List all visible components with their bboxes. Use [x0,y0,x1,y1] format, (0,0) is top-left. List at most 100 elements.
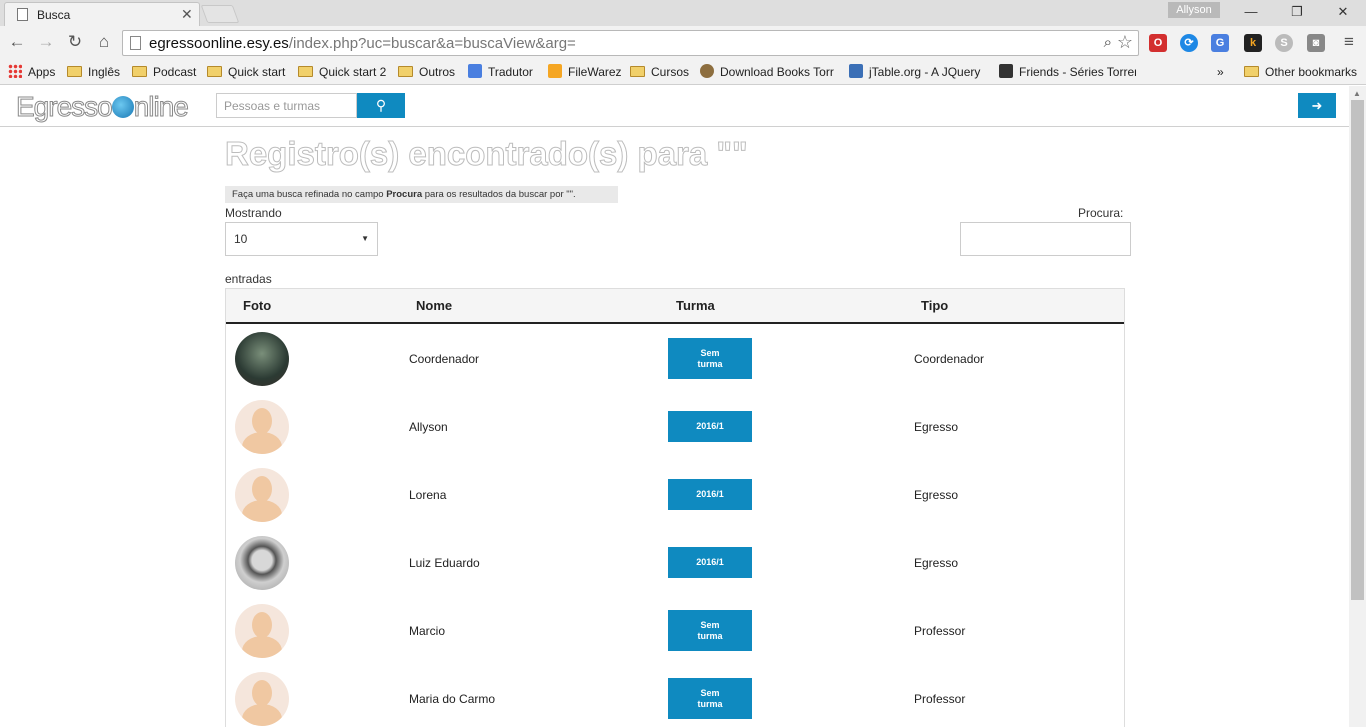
showing-label: Mostrando [225,206,282,220]
profile-button[interactable]: Allyson [1168,2,1220,18]
row-tipo: Professor [914,624,966,638]
tab-busca[interactable]: Busca ✕ [4,2,200,26]
tab-title: Busca [37,8,71,22]
row-nome: Marcio [409,624,446,638]
procura-label: Procura: [1078,206,1124,220]
folder-icon [630,66,645,77]
folder-icon [1244,66,1259,77]
bookmark-folder[interactable]: Quick start 2 [298,63,386,81]
close-tab-icon[interactable]: ✕ [181,6,193,23]
sync-extension-icon[interactable]: ⟳ [1180,34,1198,52]
logout-icon: ➜ [1311,98,1323,113]
row-nome: Allyson [409,420,448,434]
bookmark-folder[interactable]: Podcast [132,63,196,81]
turma-badge[interactable]: 2016/1 [668,547,752,578]
bookmark-star-icon[interactable]: ☆ [1117,32,1133,53]
search-hint: Faça uma busca refinada no campo Procura… [225,186,618,203]
scrollbar-thumb[interactable] [1351,100,1364,600]
bookmark-tradutor[interactable]: Tradutor [468,63,533,81]
search-input[interactable] [216,93,357,118]
apps-icon [8,64,22,78]
home-icon[interactable]: ⌂ [94,32,114,52]
page-size-select[interactable]: 10 ▼ [225,222,378,256]
row-nome: Luiz Eduardo [409,556,480,570]
bookmark-jtable[interactable]: jTable.org - A JQuery [849,63,986,81]
column-header-turma[interactable]: Turma [676,298,715,313]
avatar [235,468,289,522]
folder-icon [67,66,82,77]
table-row[interactable]: Luiz Eduardo 2016/1 Egresso [226,529,1124,597]
turma-badge[interactable]: Sem turma [668,678,752,719]
bookmark-other[interactable]: Other bookmarks [1244,63,1357,81]
close-window-icon[interactable]: ✕ [1320,0,1366,24]
opera-extension-icon[interactable]: O [1149,34,1167,52]
folder-icon [207,66,222,77]
new-tab-button[interactable] [200,5,240,23]
page-scrollbar[interactable]: ▲ [1349,86,1366,727]
row-tipo: Coordenador [914,352,985,366]
bookmark-friends[interactable]: Friends - Séries Torren [999,63,1136,81]
skype-extension-icon[interactable]: S [1275,34,1293,52]
translate-icon [468,64,482,78]
results-table: Foto Nome Turma Tipo Coordenador Sem tur… [225,288,1125,727]
table-row[interactable]: Coordenador Sem turma Coordenador [226,325,1124,393]
bookmarks-bar: Apps Inglês Podcast Quick start Quick st… [0,59,1366,85]
table-header: Foto Nome Turma Tipo [226,289,1124,324]
camera-extension-icon[interactable]: ◙ [1307,34,1325,52]
site-logo[interactable]: Egresso nline [16,91,190,123]
avatar [235,604,289,658]
folder-icon [298,66,313,77]
column-header-tipo[interactable]: Tipo [921,298,948,313]
turma-badge[interactable]: 2016/1 [668,411,752,442]
bookmark-folder[interactable]: Inglês [67,63,120,81]
entries-label: entradas [225,272,272,286]
back-icon[interactable]: ← [7,32,27,52]
search-button[interactable]: ⚲ [357,93,405,118]
bookmark-folder[interactable]: Outros [398,63,455,81]
row-tipo: Professor [914,692,966,706]
translate-extension-icon[interactable]: G [1211,34,1229,52]
tab-strip: Busca ✕ Allyson — ❐ ✕ [0,0,1366,26]
table-row[interactable]: Maria do Carmo Sem turma Professor [226,665,1124,727]
turma-badge[interactable]: Sem turma [668,610,752,651]
globe-icon [111,96,134,118]
page-viewport: Egressonline ⚲ ➜ Registro(s) encontrado(… [0,86,1349,727]
jtable-icon [849,64,863,78]
table-row[interactable]: Allyson 2016/1 Egresso [226,393,1124,461]
bookmark-filewarez[interactable]: FileWarez [548,63,622,81]
turma-badge[interactable]: 2016/1 [668,479,752,510]
avatar [235,672,289,726]
url-text[interactable]: egressoonline.esy.es/index.php?uc=buscar… [149,35,576,52]
row-nome: Coordenador [409,352,480,366]
table-row[interactable]: Marcio Sem turma Professor [226,597,1124,665]
bookmark-folder[interactable]: Quick start [207,63,285,81]
page-info-icon[interactable] [130,36,141,50]
folder-icon [398,66,413,77]
procura-input[interactable] [960,222,1131,256]
bookmark-folder[interactable]: Cursos [630,63,689,81]
forward-icon[interactable]: → [36,32,56,52]
browser-toolbar: ← → ↻ ⌂ egressoonline.esy.es/index.php?u… [0,26,1366,59]
row-tipo: Egresso [914,556,959,570]
site-header: Egressonline ⚲ ➜ [0,86,1349,127]
zoom-icon[interactable]: ⌕ [1104,34,1112,51]
lightning-icon [548,64,562,78]
column-header-nome[interactable]: Nome [416,298,452,313]
turma-badge[interactable]: Sem turma [668,338,752,379]
address-bar[interactable]: egressoonline.esy.es/index.php?uc=buscar… [122,30,1139,56]
avatar [235,332,289,386]
reload-icon[interactable]: ↻ [65,32,85,52]
row-nome: Maria do Carmo [409,692,496,706]
bookmark-download-books[interactable]: Download Books Torr [700,63,837,81]
scroll-up-icon[interactable]: ▲ [1353,89,1361,98]
table-row[interactable]: Lorena 2016/1 Egresso [226,461,1124,529]
bookmark-apps[interactable]: Apps [8,63,55,81]
column-header-foto[interactable]: Foto [243,298,271,313]
minimize-icon[interactable]: — [1228,0,1274,24]
restore-icon[interactable]: ❐ [1274,0,1320,24]
logout-button[interactable]: ➜ [1298,93,1336,118]
k-extension-icon[interactable]: k [1244,34,1262,52]
menu-icon[interactable]: ≡ [1339,32,1359,52]
bookmarks-overflow-button[interactable]: » [1217,63,1224,81]
search-icon: ⚲ [375,97,387,113]
